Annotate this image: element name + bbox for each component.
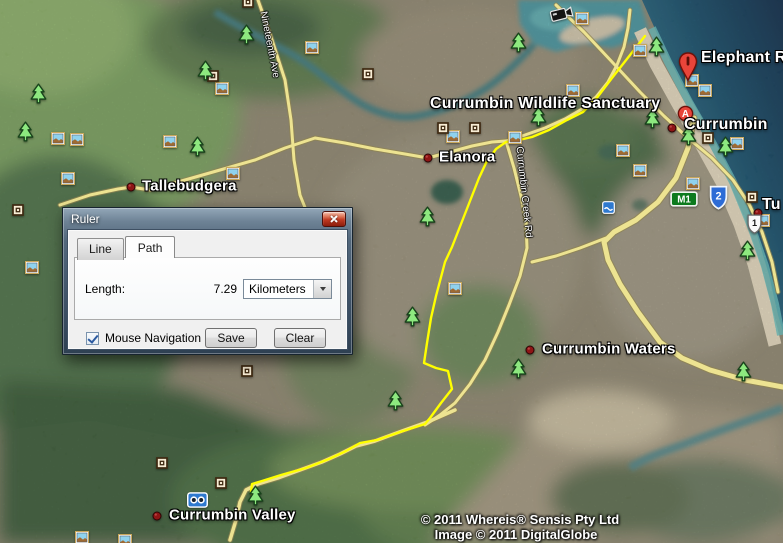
units-select[interactable]: Kilometers (243, 279, 332, 299)
dialog-titlebar[interactable]: Ruler (63, 208, 352, 229)
chevron-down-icon (320, 287, 326, 291)
map-attribution-line2: Image © 2011 DigitalGlobe (435, 527, 598, 542)
length-label: Length: (85, 282, 125, 296)
save-button[interactable]: Save (205, 328, 257, 348)
dialog-title: Ruler (71, 212, 100, 226)
dropdown-button[interactable] (313, 280, 331, 298)
mouse-navigation-checkbox[interactable] (86, 332, 99, 345)
length-value: 7.29 (214, 282, 243, 296)
tab-path[interactable]: Path (125, 236, 176, 258)
tab-line[interactable]: Line (77, 238, 124, 260)
ruler-tabs: Line Path (77, 236, 347, 258)
map-attribution-line1: © 2011 Whereis® Sensis Pty Ltd (421, 512, 619, 527)
google-earth-viewport: M121A TallebudgeraElanoraCurrumbin Wildl… (0, 0, 783, 543)
close-button[interactable] (322, 211, 346, 227)
units-selected-value: Kilometers (244, 282, 313, 296)
dialog-button-row: Mouse Navigation Save Clear (86, 328, 326, 348)
dialog-body: Line Path Length: 7.29 Kilometers Mouse … (67, 229, 348, 350)
ruler-dialog: Ruler Line Path Length: 7.29 Kilometers (62, 207, 353, 355)
path-tab-page: Length: 7.29 Kilometers (74, 257, 341, 320)
clear-button[interactable]: Clear (274, 328, 326, 348)
mouse-navigation-label: Mouse Navigation (105, 331, 201, 345)
